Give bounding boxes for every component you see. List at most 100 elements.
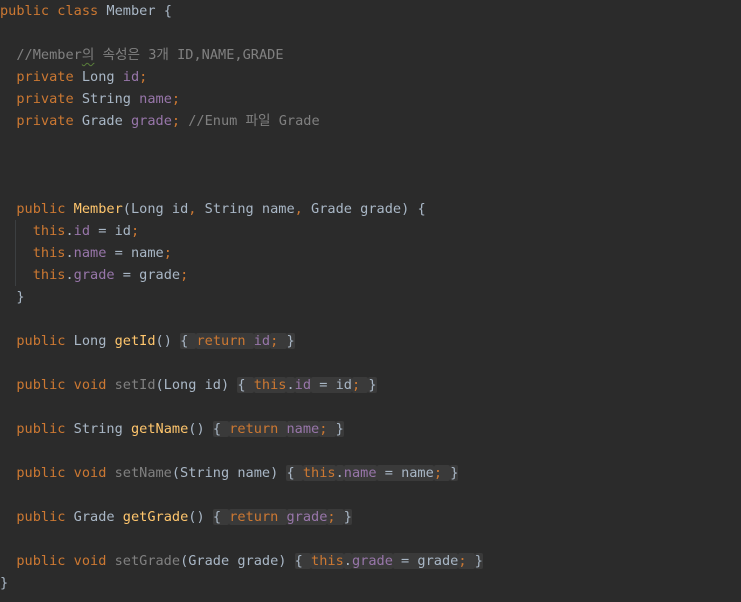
code-token: public [0,509,74,525]
code-token: { [294,553,312,569]
code-token: public class [0,3,107,19]
code-token: name [343,465,377,481]
code-token: 속성은 3개 ID,NAME,GRADE [94,47,284,63]
code-token: 의 [81,47,95,63]
code-token: } [368,377,377,393]
code-token: public void [0,377,115,393]
code-token: String name [204,201,295,217]
code-token: . [335,465,344,481]
code-token: ; [130,223,140,239]
code-token: } [450,465,459,481]
code-token: (Long id) [155,377,238,393]
code-token: Long [73,333,115,349]
code-token: String [81,91,140,107]
code-token: return [196,333,254,349]
code-token: = name [376,465,434,481]
code-token: this [302,465,336,481]
code-token: { [286,465,303,481]
code-line[interactable]: public void setName(String name) { this.… [0,462,459,484]
code-token: . [343,553,352,569]
code-token: } [0,575,9,591]
code-token: ; [458,553,475,569]
code-token: { [212,421,230,437]
code-token: id [73,223,91,239]
code-line[interactable]: this.grade = grade; [0,264,189,286]
code-token: setName [114,465,172,481]
code-token: //Member [0,47,82,63]
code-token: //Enum 파일 Grade [188,113,320,129]
code-line[interactable]: public Grade getGrade() { return grade; … [0,506,352,528]
code-token: = id [311,377,352,393]
code-token: getId [114,333,156,349]
code-token: public void [0,553,115,569]
code-token: this [0,245,66,261]
code-line[interactable]: } [0,572,8,594]
code-line[interactable]: public void setId(Long id) { this.id = i… [0,374,377,396]
code-token: () [188,421,213,437]
code-line[interactable]: this.id = id; [0,220,139,242]
code-token: Long [81,69,123,85]
code-token: Grade [81,113,131,129]
code-token: Grade grade) { [311,201,426,217]
code-line[interactable]: public void setGrade(Grade grade) { this… [0,550,483,572]
code-token: } [335,421,344,437]
code-token: ; [327,509,344,525]
code-token: public [0,421,74,437]
code-token: setId [114,377,156,393]
code-token: = grade [392,553,459,569]
code-token: } [286,333,295,349]
code-token: (String name) [171,465,287,481]
code-token: grade [73,267,115,283]
code-token: { [212,509,230,525]
code-token: grade [286,509,328,525]
code-token: } [343,509,352,525]
code-token: { [237,377,254,393]
code-token: name [286,421,320,437]
code-token: Member { [106,3,172,19]
code-token: ; [163,245,172,261]
code-token: setGrade [114,553,181,569]
code-token: = id [90,223,131,239]
code-token: , [294,201,312,217]
code-line[interactable]: //Member의 속성은 3개 ID,NAME,GRADE [0,44,284,66]
code-token: return [229,421,287,437]
code-token: id [294,377,312,393]
code-token: ; [351,377,369,393]
code-line[interactable]: private Long id; [0,66,147,88]
code-token: . [286,377,295,393]
code-token: (Grade grade) [180,553,295,569]
code-line[interactable]: private String name; [0,88,180,110]
code-line[interactable]: } [0,286,24,308]
code-token: this [0,223,66,239]
code-line[interactable]: public Long getId() { return id; } [0,330,295,352]
code-token: } [474,553,483,569]
code-line[interactable]: public Member(Long id, String name, Grad… [0,198,426,220]
code-token: public void [0,465,115,481]
code-editor[interactable]: public class Member { //Member의 속성은 3개 I… [0,0,741,602]
code-token: () [155,333,181,349]
code-token: ; [270,333,287,349]
code-token: . [65,223,74,239]
code-token: String [73,421,131,437]
code-token: (Long id [122,201,189,217]
code-token: ; [171,91,181,107]
code-token: ; [319,421,336,437]
code-token: ; [139,69,148,85]
code-token: grade [130,113,172,129]
code-token: this [0,267,66,283]
code-token: . [65,245,74,261]
code-token: return [229,509,287,525]
code-token: ; [180,267,189,283]
code-token: = name [106,245,164,261]
code-token: . [65,267,74,283]
code-line[interactable]: this.name = name; [0,242,172,264]
code-token: name [73,245,107,261]
code-line[interactable]: public String getName() { return name; } [0,418,344,440]
code-token: Member [73,201,123,217]
code-token: { [180,333,197,349]
code-token: private [0,69,82,85]
code-token: ; [171,113,189,129]
code-token: public [0,201,74,217]
code-line[interactable]: public class Member { [0,0,172,22]
code-line[interactable]: private Grade grade; //Enum 파일 Grade [0,110,320,132]
